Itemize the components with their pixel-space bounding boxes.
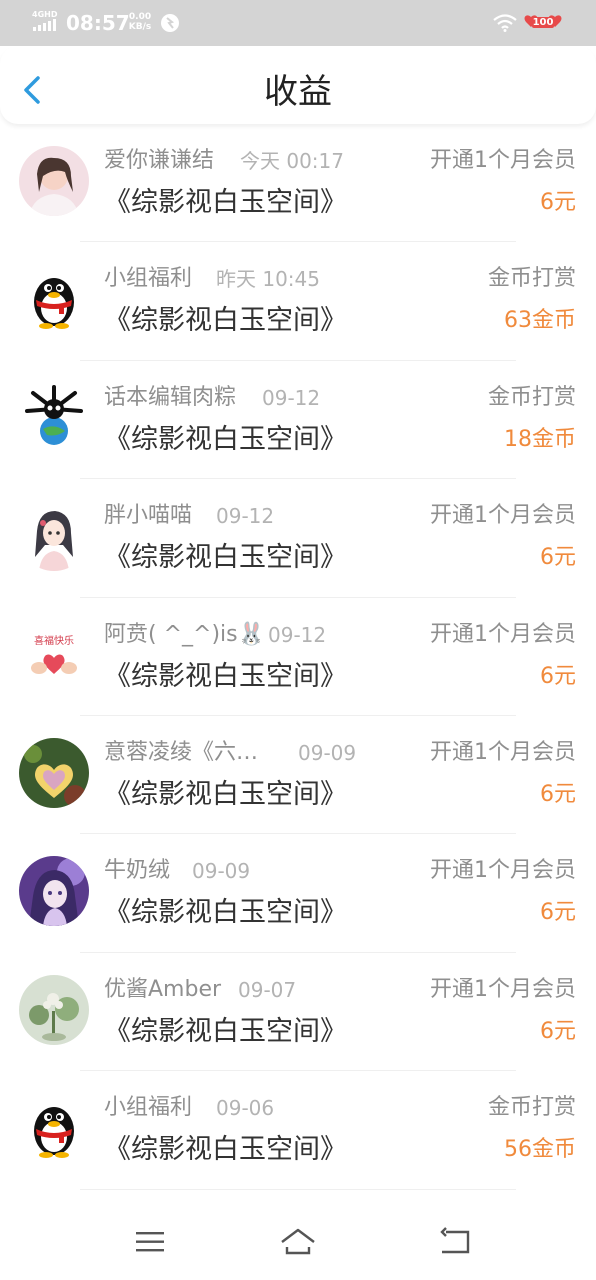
clock: 08:57 [66, 11, 130, 35]
reward-type: 金币打赏 [487, 1095, 576, 1121]
reward-type: 开通1个月会员 [430, 858, 576, 884]
record-time: 今天 00:17 [240, 149, 344, 173]
heart-hands-avatar[interactable]: 喜福快乐 [19, 619, 89, 690]
reward-type: 开通1个月会员 [430, 976, 576, 1002]
signal-icon [33, 19, 56, 31]
book-title: 《综影视白玉空间》 [104, 897, 347, 929]
qq-penguin-avatar[interactable] [19, 264, 89, 335]
record-time: 09-09 [298, 740, 357, 765]
reward-type: 开通1个月会员 [430, 621, 576, 647]
anime-girl-avatar[interactable] [19, 501, 89, 572]
user-name: 话本编辑肉粽 [104, 384, 237, 410]
reward-amount: 56金币 [504, 1137, 576, 1163]
record-time: 09-12 [262, 385, 321, 410]
record-time: 09-09 [192, 859, 251, 884]
battery-level: 100 [532, 17, 554, 28]
reward-amount: 63金币 [504, 308, 576, 334]
system-nav-bar [0, 1200, 596, 1280]
reward-amount: 6元 [540, 900, 576, 926]
user-name: 小组福利 [104, 1095, 193, 1121]
book-title: 《综影视白玉空间》 [104, 1134, 347, 1166]
user-name: 意蓉凌绫《六… [104, 739, 259, 765]
speed-value: 0.00 [128, 12, 152, 22]
reward-type: 开通1个月会员 [430, 503, 576, 529]
network-speed: 0.00 KB/s [128, 12, 152, 32]
reward-amount: 18金币 [504, 426, 576, 452]
flower-avatar[interactable] [19, 974, 89, 1045]
reward-amount: 6元 [540, 663, 576, 689]
reward-type: 金币打赏 [487, 266, 576, 292]
qq-penguin-avatar[interactable] [19, 1093, 89, 1164]
record-time: 09-12 [268, 622, 327, 647]
reward-amount: 6元 [540, 1018, 576, 1044]
user-name: 胖小喵喵 [104, 503, 193, 529]
earning-row[interactable]: 意蓉凌绫《六… 09-09 《综影视白玉空间》 开通1个月会员 6元 [0, 716, 596, 835]
earning-row[interactable]: 小组福利 09-06 《综影视白玉空间》 金币打赏 56金币 [0, 1071, 596, 1190]
record-time: 09-07 [238, 977, 297, 1002]
user-name: 阿贲( ^_^)is🐰 [104, 621, 265, 647]
top-bar: 收益 [0, 46, 596, 124]
anime-purple-avatar[interactable] [19, 856, 89, 927]
record-time: 09-06 [216, 1096, 275, 1121]
earning-row[interactable]: 爱你谦谦结 今天 00:17 《综影视白玉空间》 开通1个月会员 6元 [0, 124, 596, 243]
user-name: 优酱Amber [104, 976, 222, 1002]
book-title: 《综影视白玉空间》 [104, 778, 347, 810]
photo-avatar[interactable] [19, 146, 89, 216]
menu-icon[interactable] [130, 1224, 170, 1260]
reward-type: 开通1个月会员 [430, 148, 576, 173]
status-bar: 4GHD 08:57 0.00 KB/s 100 [0, 0, 596, 46]
earning-row[interactable]: 小组福利 昨天 10:45 《综影视白玉空间》 金币打赏 63金币 [0, 242, 596, 361]
reward-amount: 6元 [540, 545, 576, 571]
user-name: 爱你谦谦结 [104, 148, 215, 173]
reward-type: 开通1个月会员 [430, 739, 576, 765]
book-title: 《综影视白玉空间》 [104, 423, 347, 455]
earning-row[interactable]: 优酱Amber 09-07 《综影视白玉空间》 开通1个月会员 6元 [0, 953, 596, 1072]
vpn-icon [161, 14, 179, 32]
earning-row[interactable]: 话本编辑肉粽 09-12 《综影视白玉空间》 金币打赏 18金币 [0, 361, 596, 480]
cartoon-avatar[interactable] [19, 382, 89, 453]
record-time: 昨天 10:45 [216, 267, 320, 292]
row-divider [80, 1188, 516, 1190]
home-icon[interactable] [278, 1224, 318, 1260]
back-arrow-icon[interactable] [434, 1224, 474, 1260]
book-title: 《综影视白玉空间》 [104, 660, 347, 692]
user-name: 小组福利 [104, 266, 193, 292]
book-title: 《综影视白玉空间》 [104, 542, 347, 574]
wifi-icon [493, 14, 517, 32]
record-time: 09-12 [216, 504, 275, 529]
network-type: 4GHD [32, 10, 58, 19]
reward-amount: 6元 [540, 781, 576, 807]
book-title: 《综影视白玉空间》 [104, 1015, 347, 1047]
book-title: 《综影视白玉空间》 [104, 187, 347, 218]
user-name: 牛奶绒 [104, 858, 171, 884]
speed-unit: KB/s [128, 22, 152, 32]
earning-row[interactable]: 喜福快乐 阿贲( ^_^)is🐰 09-12 《综影视白玉空间》 开通1个月会员… [0, 598, 596, 716]
svg-text:喜福快乐: 喜福快乐 [34, 634, 74, 647]
earning-row[interactable]: 胖小喵喵 09-12 《综影视白玉空间》 开通1个月会员 6元 [0, 479, 596, 598]
reward-type: 金币打赏 [487, 384, 576, 410]
earning-row[interactable]: 牛奶绒 09-09 《综影视白玉空间》 开通1个月会员 6元 [0, 834, 596, 953]
book-title: 《综影视白玉空间》 [104, 305, 347, 337]
reward-amount: 6元 [540, 190, 576, 215]
earnings-list: 爱你谦谦结 今天 00:17 《综影视白玉空间》 开通1个月会员 6元 小组福利… [0, 124, 596, 1190]
battery-icon: 100 [522, 14, 564, 32]
heart-photo-avatar[interactable] [19, 737, 89, 808]
